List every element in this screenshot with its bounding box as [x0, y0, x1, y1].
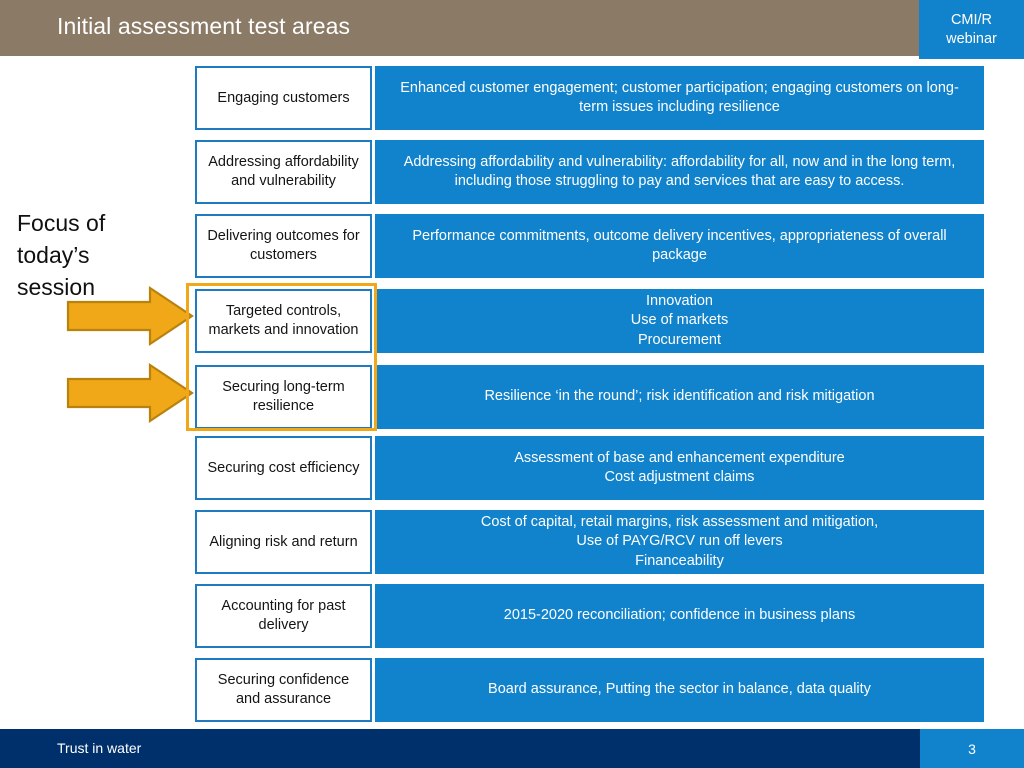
- page-number: 3: [968, 740, 976, 757]
- matrix-category-cell[interactable]: Engaging customers: [195, 66, 372, 130]
- matrix-category-label: Securing confidence and assurance: [217, 672, 350, 707]
- matrix-category-cell[interactable]: Targeted controls, markets and innovatio…: [195, 289, 372, 353]
- matrix-category-cell[interactable]: Securing cost efficiency: [195, 436, 372, 500]
- matrix-description-cell[interactable]: Resilience ‘in the round’; risk identifi…: [375, 365, 984, 429]
- matrix-description-cell[interactable]: Enhanced customer engagement; customer p…: [375, 66, 984, 130]
- matrix-category-label: Delivering outcomes for customers: [207, 228, 360, 263]
- matrix-description-cell[interactable]: Cost of capital, retail margins, risk as…: [375, 510, 984, 574]
- footer-tagline: Trust in water: [57, 740, 142, 756]
- matrix-description-cell[interactable]: 2015-2020 reconciliation; confidence in …: [375, 584, 984, 648]
- page-number-badge: 3: [920, 729, 1024, 768]
- matrix-description-text: Cost of capital, retail margins, risk as…: [480, 513, 879, 569]
- matrix-description-text: Assessment of base and enhancement expen…: [514, 449, 845, 486]
- matrix-description-text: 2015-2020 reconciliation; confidence in …: [503, 607, 856, 624]
- matrix-category-label: Securing long-term resilience: [222, 379, 345, 414]
- matrix-category-cell[interactable]: Securing long-term resilience: [195, 365, 372, 429]
- matrix-description-text: Board assurance, Putting the sector in b…: [488, 681, 871, 698]
- footer-bar: [0, 729, 1024, 768]
- matrix-description-cell[interactable]: Performance commitments, outcome deliver…: [375, 214, 984, 278]
- matrix-category-cell[interactable]: Addressing affordability and vulnerabili…: [195, 140, 372, 204]
- matrix-description-text: Performance commitments, outcome deliver…: [412, 227, 947, 264]
- matrix-category-label: Engaging customers: [217, 89, 350, 106]
- matrix-description-text: Innovation Use of markets Procurement: [630, 292, 729, 348]
- matrix-description-cell[interactable]: Innovation Use of markets Procurement: [375, 289, 984, 353]
- matrix-description-cell[interactable]: Addressing affordability and vulnerabili…: [375, 140, 984, 204]
- matrix-description-cell[interactable]: Assessment of base and enhancement expen…: [375, 436, 984, 500]
- matrix-category-label: Aligning risk and return: [209, 533, 358, 550]
- test-areas-matrix: Engaging customers Enhanced customer eng…: [0, 0, 1024, 768]
- matrix-description-cell[interactable]: Board assurance, Putting the sector in b…: [375, 658, 984, 722]
- matrix-category-label: Targeted controls, markets and innovatio…: [208, 303, 359, 338]
- matrix-description-text: Resilience ‘in the round’; risk identifi…: [484, 388, 875, 405]
- matrix-category-label: Securing cost efficiency: [207, 459, 360, 476]
- matrix-category-label: Accounting for past delivery: [221, 598, 346, 633]
- matrix-category-label: Addressing affordability and vulnerabili…: [208, 154, 359, 189]
- matrix-description-text: Addressing affordability and vulnerabili…: [403, 153, 956, 190]
- matrix-category-cell[interactable]: Securing confidence and assurance: [195, 658, 372, 722]
- matrix-description-text: Enhanced customer engagement; customer p…: [400, 79, 959, 116]
- matrix-category-cell[interactable]: Accounting for past delivery: [195, 584, 372, 648]
- matrix-category-cell[interactable]: Delivering outcomes for customers: [195, 214, 372, 278]
- matrix-category-cell[interactable]: Aligning risk and return: [195, 510, 372, 574]
